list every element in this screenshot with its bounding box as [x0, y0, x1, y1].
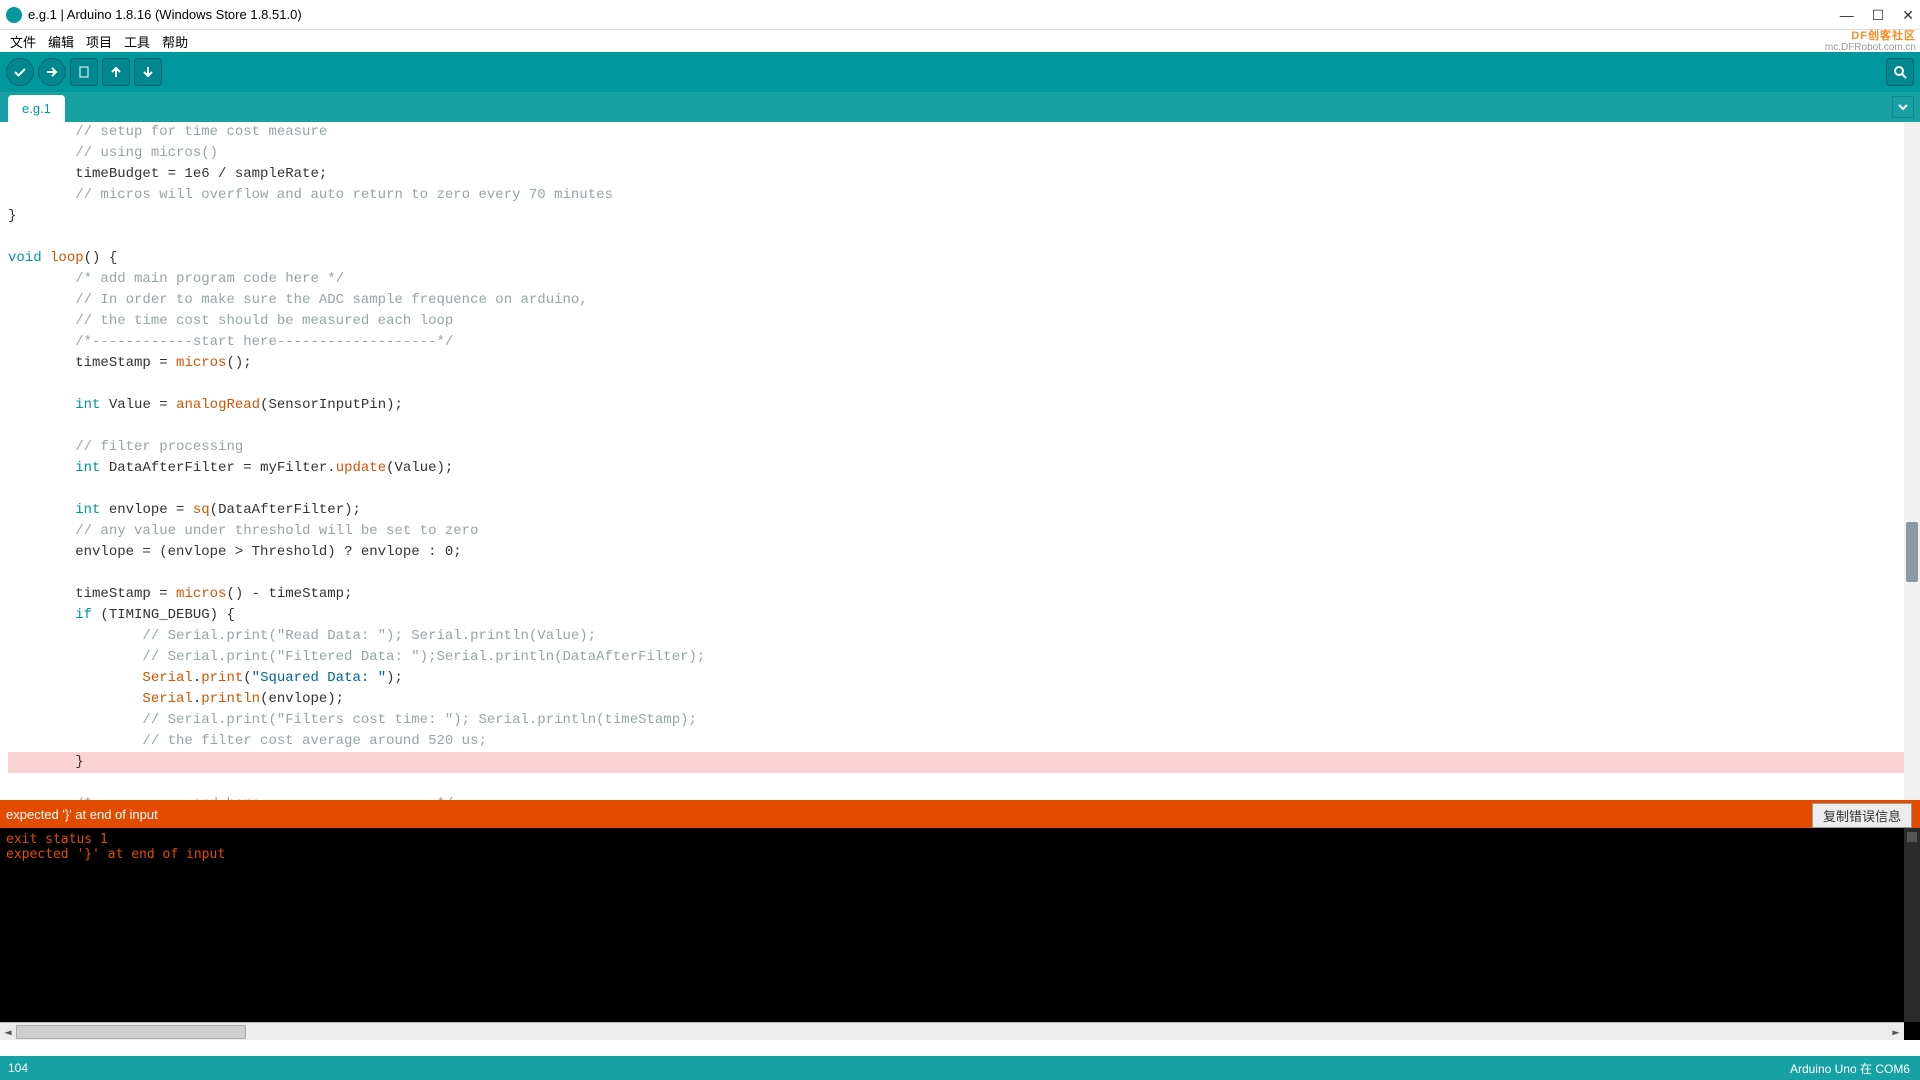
- code-line[interactable]: // Serial.print("Filters cost time: "); …: [8, 710, 1904, 731]
- code-line[interactable]: [8, 563, 1904, 584]
- tab-sketch[interactable]: e.g.1: [8, 95, 65, 122]
- code-line[interactable]: /* add main program code here */: [8, 269, 1904, 290]
- console-horizontal-scrollbar[interactable]: ◄ ►: [0, 1022, 1904, 1040]
- code-line[interactable]: // any value under threshold will be set…: [8, 521, 1904, 542]
- console-vertical-scrollbar[interactable]: [1904, 828, 1920, 1022]
- code-content[interactable]: // setup for time cost measure // using …: [0, 122, 1904, 800]
- arduino-app-icon: [6, 7, 22, 23]
- toolbar: [0, 52, 1920, 92]
- code-line[interactable]: }: [8, 752, 1904, 773]
- watermark-line1: DF创客社区: [1825, 30, 1916, 42]
- console-line: exit status 1: [6, 832, 1914, 847]
- code-line[interactable]: // In order to make sure the ADC sample …: [8, 290, 1904, 311]
- status-line-number: 104: [8, 1061, 28, 1075]
- minimize-button[interactable]: —: [1840, 7, 1854, 23]
- console-text: exit status 1expected '}' at end of inpu…: [6, 832, 1914, 862]
- code-line[interactable]: // the time cost should be measured each…: [8, 311, 1904, 332]
- menu-help[interactable]: 帮助: [156, 32, 194, 51]
- scrollbar-thumb[interactable]: [1906, 522, 1918, 582]
- code-line[interactable]: // Serial.print("Filtered Data: ");Seria…: [8, 647, 1904, 668]
- code-line[interactable]: [8, 374, 1904, 395]
- code-line[interactable]: [8, 479, 1904, 500]
- title-bar: e.g.1 | Arduino 1.8.16 (Windows Store 1.…: [0, 0, 1920, 30]
- code-line[interactable]: }: [8, 206, 1904, 227]
- code-line[interactable]: [8, 416, 1904, 437]
- menu-edit[interactable]: 编辑: [42, 32, 80, 51]
- menu-bar: 文件 编辑 项目 工具 帮助: [0, 30, 1920, 52]
- code-line[interactable]: envlope = (envlope > Threshold) ? envlop…: [8, 542, 1904, 563]
- menu-file[interactable]: 文件: [4, 32, 42, 51]
- code-line[interactable]: // Serial.print("Read Data: "); Serial.p…: [8, 626, 1904, 647]
- window-controls: — ☐ ✕: [1840, 0, 1914, 30]
- code-line[interactable]: int envlope = sq(DataAfterFilter);: [8, 500, 1904, 521]
- menu-sketch[interactable]: 项目: [80, 32, 118, 51]
- close-button[interactable]: ✕: [1902, 7, 1914, 24]
- console-output[interactable]: exit status 1expected '}' at end of inpu…: [0, 828, 1920, 1040]
- open-button[interactable]: [102, 58, 130, 86]
- magnifier-icon: [1892, 64, 1908, 80]
- chevron-down-icon: [1897, 101, 1909, 113]
- status-board-port: Arduino Uno 在 COM6: [1790, 1060, 1910, 1077]
- tab-menu-button[interactable]: [1892, 96, 1914, 118]
- console-line: expected '}' at end of input: [6, 847, 1914, 862]
- copy-error-button[interactable]: 复制错误信息: [1812, 803, 1912, 828]
- watermark-line2: mc.DFRobot.com.cn: [1825, 42, 1916, 53]
- code-line[interactable]: // micros will overflow and auto return …: [8, 185, 1904, 206]
- code-line[interactable]: Serial.print("Squared Data: ");: [8, 668, 1904, 689]
- code-line[interactable]: /*------------start here----------------…: [8, 332, 1904, 353]
- watermark: DF创客社区 mc.DFRobot.com.cn: [1825, 30, 1916, 53]
- code-line[interactable]: int DataAfterFilter = myFilter.update(Va…: [8, 458, 1904, 479]
- scroll-right-arrow-icon[interactable]: ►: [1888, 1025, 1904, 1039]
- code-editor[interactable]: // setup for time cost measure // using …: [0, 122, 1920, 800]
- code-line[interactable]: timeBudget = 1e6 / sampleRate;: [8, 164, 1904, 185]
- code-line[interactable]: // filter processing: [8, 437, 1904, 458]
- code-line[interactable]: // setup for time cost measure: [8, 122, 1904, 143]
- save-button[interactable]: [134, 58, 162, 86]
- code-line[interactable]: timeStamp = micros() - timeStamp;: [8, 584, 1904, 605]
- serial-monitor-button[interactable]: [1886, 58, 1914, 86]
- upload-button[interactable]: [38, 58, 66, 86]
- code-line[interactable]: int Value = analogRead(SensorInputPin);: [8, 395, 1904, 416]
- arrow-up-icon: [109, 65, 123, 79]
- check-icon: [13, 65, 27, 79]
- new-file-icon: [77, 65, 91, 79]
- code-line[interactable]: Serial.println(envlope);: [8, 689, 1904, 710]
- code-line[interactable]: timeStamp = micros();: [8, 353, 1904, 374]
- window-title: e.g.1 | Arduino 1.8.16 (Windows Store 1.…: [28, 7, 302, 22]
- error-summary-bar: expected '}' at end of input 复制错误信息: [0, 800, 1920, 828]
- code-line[interactable]: [8, 773, 1904, 794]
- error-summary-text: expected '}' at end of input: [6, 807, 158, 822]
- maximize-button[interactable]: ☐: [1872, 7, 1885, 24]
- scroll-left-arrow-icon[interactable]: ◄: [0, 1025, 16, 1039]
- scrollbar-thumb[interactable]: [16, 1025, 246, 1039]
- tab-bar: e.g.1: [0, 92, 1920, 122]
- code-line[interactable]: void loop() {: [8, 248, 1904, 269]
- code-line[interactable]: if (TIMING_DEBUG) {: [8, 605, 1904, 626]
- arrow-right-icon: [45, 65, 59, 79]
- arrow-down-icon: [141, 65, 155, 79]
- verify-button[interactable]: [6, 58, 34, 86]
- code-line[interactable]: // the filter cost average around 520 us…: [8, 731, 1904, 752]
- editor-vertical-scrollbar[interactable]: [1904, 122, 1920, 800]
- code-line[interactable]: [8, 227, 1904, 248]
- new-button[interactable]: [70, 58, 98, 86]
- code-line[interactable]: // using micros(): [8, 143, 1904, 164]
- menu-tools[interactable]: 工具: [118, 32, 156, 51]
- status-bar: 104 Arduino Uno 在 COM6: [0, 1056, 1920, 1080]
